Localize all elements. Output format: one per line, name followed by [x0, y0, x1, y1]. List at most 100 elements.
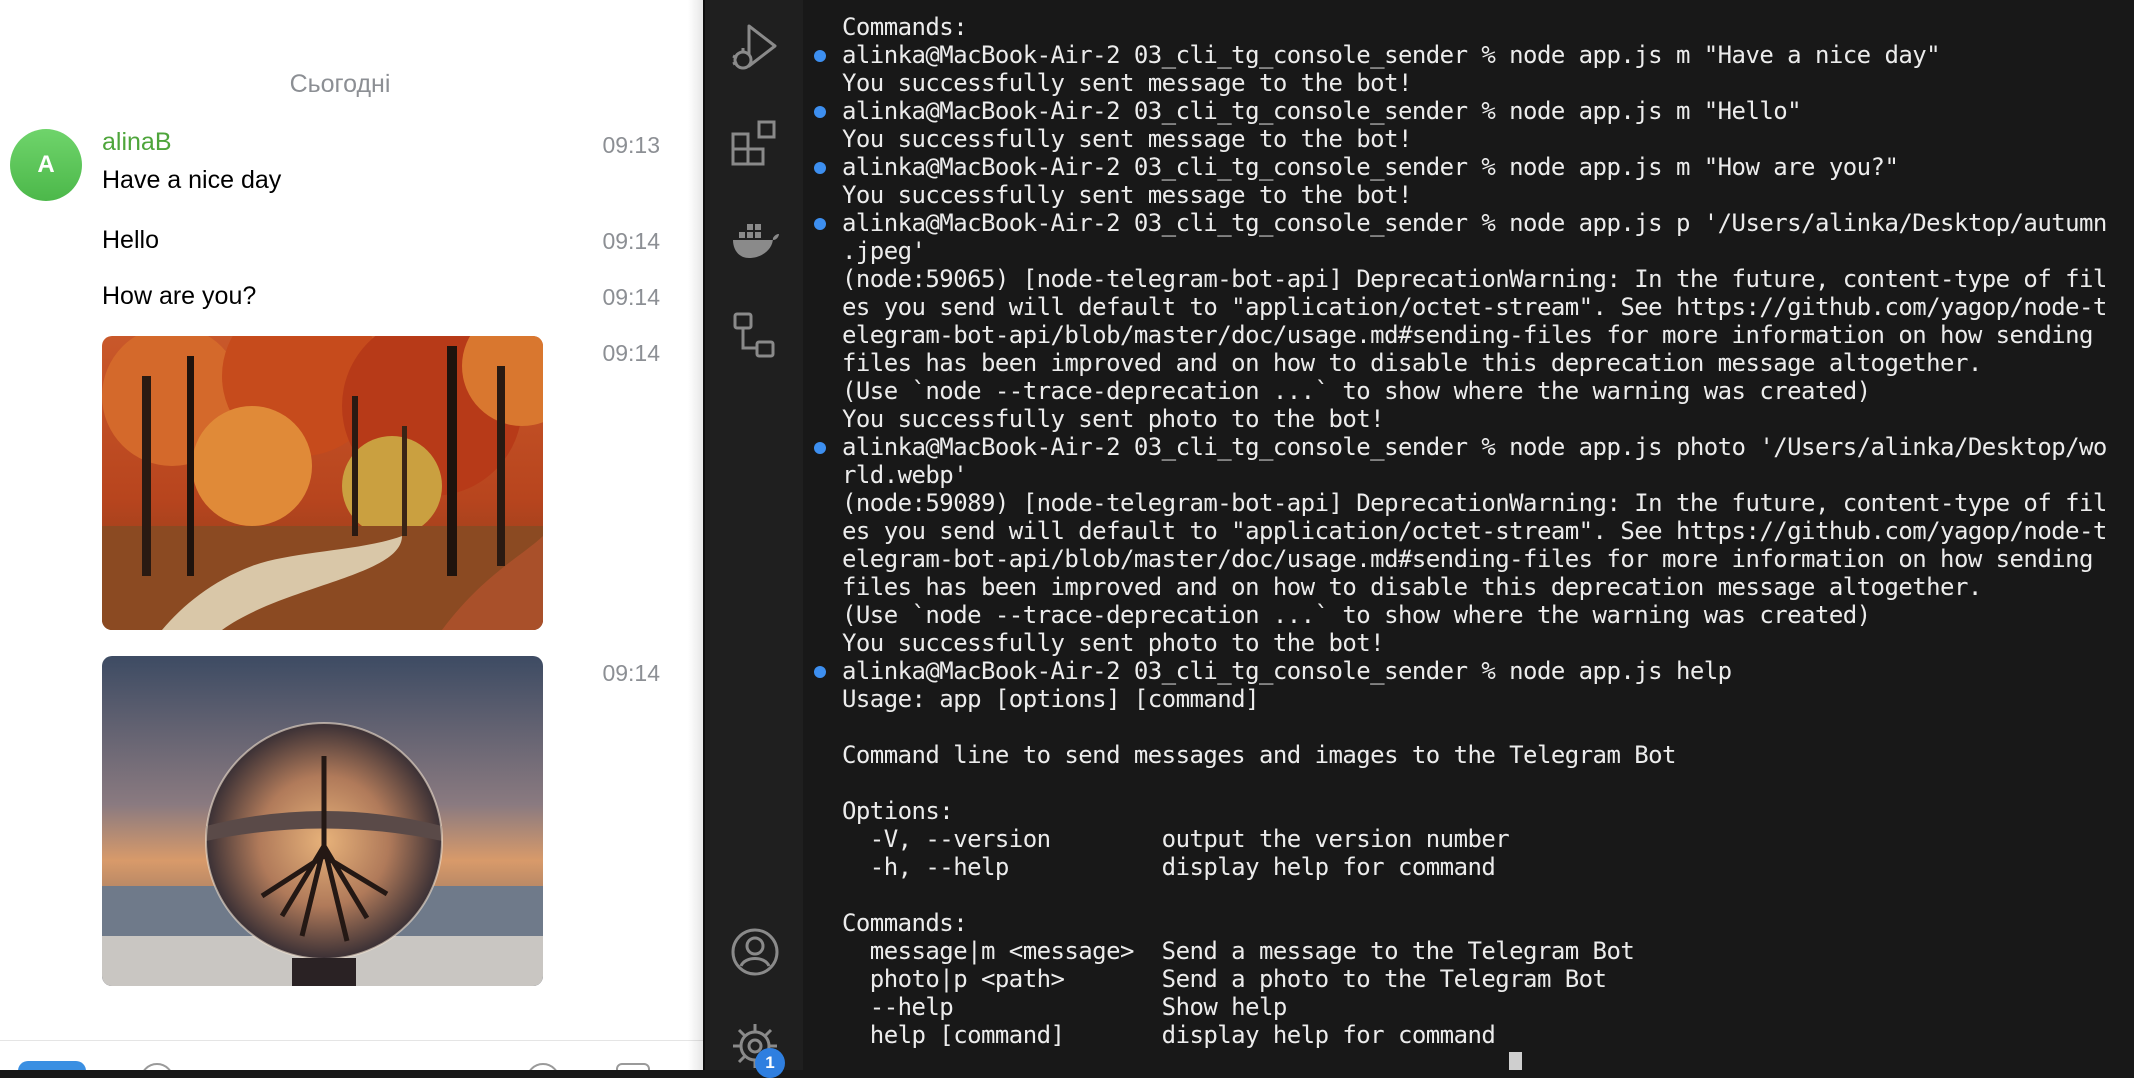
message-text: Have a nice day [102, 166, 282, 194]
terminal-command-line: alinka@MacBook-Air-2 03_cli_tg_console_s… [803, 97, 2107, 125]
chat-bottom-bar [0, 1040, 703, 1070]
crystal-ball-image [102, 656, 543, 986]
sender-name[interactable]: alinaB [102, 128, 172, 157]
terminal-line-text: (Use `node --trace-deprecation ...` to s… [842, 377, 1871, 405]
terminal-line-text: (node:59089) [node-telegram-bot-api] Dep… [842, 489, 2107, 517]
terminal-output-line: es you send will default to "application… [803, 517, 2107, 545]
terminal-output-line: files has been improved and on how to di… [803, 573, 2107, 601]
command-status-dot-icon [814, 666, 826, 678]
account-icon[interactable] [729, 926, 781, 978]
terminal-command-line: alinka@MacBook-Air-2 03_cli_tg_console_s… [803, 209, 2107, 237]
terminal-output-line: Commands: [803, 909, 2107, 937]
terminal-line-text: Commands: [842, 909, 968, 937]
terminal-line-text: elegram-bot-api/blob/master/doc/usage.md… [842, 321, 2093, 349]
terminal-output-line: elegram-bot-api/blob/master/doc/usage.md… [803, 545, 2107, 573]
terminal-line-text: You successfully sent message to the bot… [842, 125, 1412, 153]
terminal-cursor [1509, 1052, 1523, 1070]
compose-button[interactable] [18, 1061, 86, 1070]
terminal-line-text: es you send will default to "application… [842, 517, 2107, 545]
terminal-line-text: Options: [842, 797, 954, 825]
terminal-output-line: You successfully sent message to the bot… [803, 181, 2107, 209]
docker-icon[interactable] [729, 214, 781, 266]
command-status-dot-icon [814, 218, 826, 230]
photo-crystal-ball[interactable] [102, 656, 543, 986]
pane-divider-shadow [688, 0, 703, 1070]
terminal-line-text: alinka@MacBook-Air-2 03_cli_tg_console_s… [842, 41, 1941, 69]
terminal-output-line: (node:59065) [node-telegram-bot-api] Dep… [803, 265, 2107, 293]
terminal-line-text: .jpeg' [842, 237, 926, 265]
search-icon[interactable] [140, 1063, 174, 1070]
terminal-line-text: (Use `node --trace-deprecation ...` to s… [842, 601, 1871, 629]
terminal-output-line: You successfully sent message to the bot… [803, 125, 2107, 153]
command-status-dot-icon [814, 50, 826, 62]
terminal-output-line: -V, --version output the version number [803, 825, 2107, 853]
terminal-line-text: message|m <message> Send a message to th… [842, 937, 1635, 965]
terminal-line-text: alinka@MacBook-Air-2 03_cli_tg_console_s… [842, 433, 2107, 461]
run-debug-icon[interactable] [729, 22, 781, 74]
terminal-output-line: photo|p <path> Send a photo to the Teleg… [803, 965, 2107, 993]
message-time: 09:14 [602, 340, 660, 366]
telegram-chat-pane: Сьогодні A alinaB Have a nice day 09:13 … [0, 0, 703, 1070]
message-text: How are you? [102, 282, 257, 310]
date-separator: Сьогодні [289, 70, 391, 98]
terminal-line-text: You successfully sent photo to the bot! [842, 629, 1385, 657]
terminal-line-text: alinka@MacBook-Air-2 03_cli_tg_console_s… [842, 209, 2107, 237]
terminal-output-line: (node:59089) [node-telegram-bot-api] Dep… [803, 489, 2107, 517]
terminal-line-text: files has been improved and on how to di… [842, 573, 1982, 601]
terminal-output-line: .jpeg' [803, 237, 2107, 265]
command-status-dot-icon [814, 106, 826, 118]
terminal-output-line: elegram-bot-api/blob/master/doc/usage.md… [803, 321, 2107, 349]
terminal-output-line: message|m <message> Send a message to th… [803, 937, 2107, 965]
terminal-command-line: alinka@MacBook-Air-2 03_cli_tg_console_s… [803, 433, 2107, 461]
avatar[interactable]: A [10, 129, 82, 201]
terminal-output-line: es you send will default to "application… [803, 293, 2107, 321]
terminal-output-line: You successfully sent photo to the bot! [803, 405, 2107, 433]
terminal-line-text: elegram-bot-api/blob/master/doc/usage.md… [842, 545, 2093, 573]
terminal-line-text: You successfully sent message to the bot… [842, 69, 1412, 97]
activity-bar: 1 [703, 0, 805, 1078]
terminal-output-line: Commands: [803, 13, 2107, 41]
terminal-line-text: You successfully sent message to the bot… [842, 181, 1412, 209]
terminal-output-line: Options: [803, 797, 2107, 825]
terminal-output-line: Command line to send messages and images… [803, 741, 2107, 769]
terminal-command-line: alinka@MacBook-Air-2 03_cli_tg_console_s… [803, 657, 2107, 685]
terminal-line-text: alinka@MacBook-Air-2 03_cli_tg_console_s… [842, 153, 1899, 181]
terminal-output-line: --help Show help [803, 993, 2107, 1021]
terminal-output-line: rld.webp' [803, 461, 2107, 489]
terminal-line-text: You successfully sent photo to the bot! [842, 405, 1385, 433]
remote-explorer-icon[interactable] [729, 310, 781, 362]
terminal-line-text: alinka@MacBook-Air-2 03_cli_tg_console_s… [842, 657, 1732, 685]
settings-update-badge: 1 [755, 1048, 785, 1078]
terminal-line-text: --help Show help [842, 993, 1288, 1021]
extensions-icon[interactable] [729, 118, 781, 170]
terminal-line-text: -V, --version output the version number [842, 825, 1510, 853]
message-time: 09:14 [602, 228, 660, 254]
terminal-line-text: rld.webp' [842, 461, 968, 489]
terminal-output-line: help [command] display help for command [803, 1021, 2107, 1049]
terminal-output-line: (Use `node --trace-deprecation ...` to s… [803, 377, 2107, 405]
terminal-output-line [803, 881, 2107, 909]
command-status-dot-icon [814, 442, 826, 454]
terminal-line-text: files has been improved and on how to di… [842, 349, 1982, 377]
call-icon[interactable] [526, 1063, 560, 1070]
prompt-spacer [842, 1049, 1509, 1070]
terminal-command-line: alinka@MacBook-Air-2 03_cli_tg_console_s… [803, 41, 2107, 69]
terminal-prompt-line[interactable] [803, 1049, 2107, 1070]
terminal-line-text: photo|p <path> Send a photo to the Teleg… [842, 965, 1607, 993]
command-status-dot-icon [814, 162, 826, 174]
terminal-line-text: (node:59065) [node-telegram-bot-api] Dep… [842, 265, 2107, 293]
terminal-output: Commands: alinka@MacBook-Air-2 03_cli_tg_… [803, 13, 2107, 1070]
message-text: Hello [102, 226, 159, 254]
terminal-line-text: -h, --help display help for command [842, 853, 1496, 881]
photo-autumn-forest[interactable] [102, 336, 543, 630]
window-icon[interactable] [616, 1063, 650, 1070]
message-time: 09:14 [602, 284, 660, 310]
terminal-output-line: (Use `node --trace-deprecation ...` to s… [803, 601, 2107, 629]
autumn-forest-image [102, 336, 543, 630]
terminal-output-line [803, 713, 2107, 741]
terminal-line-text: help [command] display help for command [842, 1021, 1496, 1049]
message-time: 09:13 [602, 132, 660, 158]
terminal-panel[interactable]: Commands: alinka@MacBook-Air-2 03_cli_tg_… [803, 0, 2134, 1070]
terminal-line-text: Usage: app [options] [command] [842, 685, 1260, 713]
terminal-output-line: Usage: app [options] [command] [803, 685, 2107, 713]
